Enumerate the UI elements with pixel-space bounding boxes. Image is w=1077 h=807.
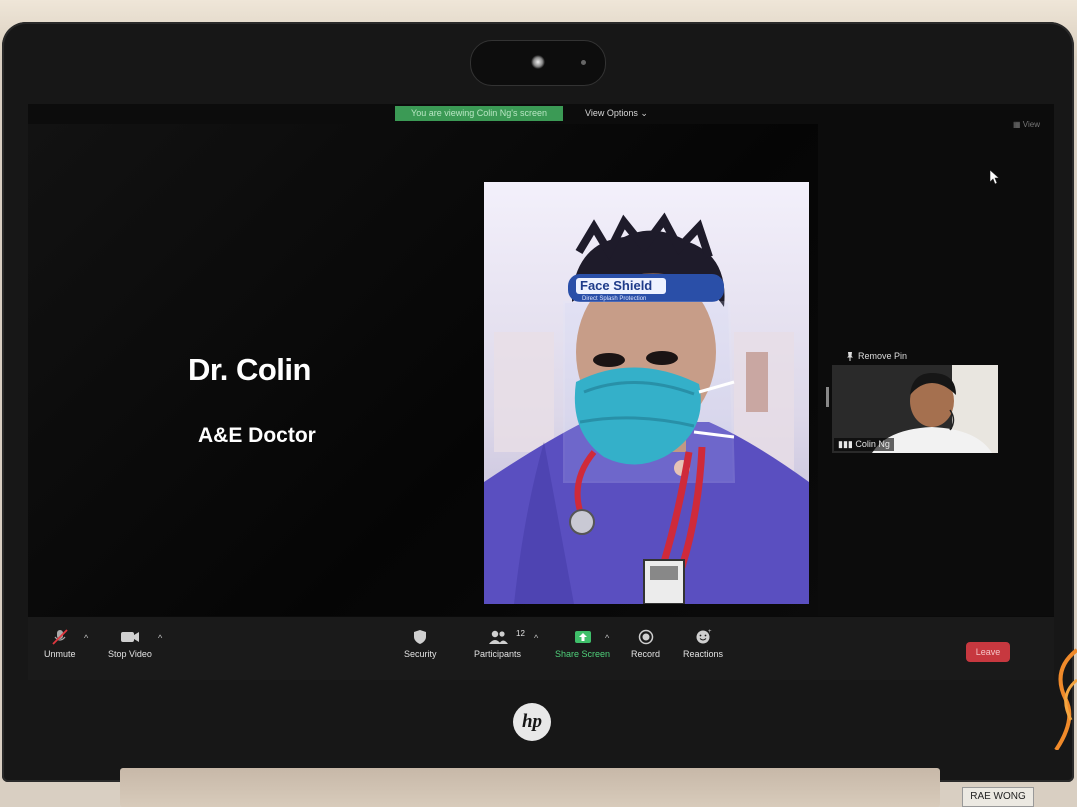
slide-title: Dr. Colin [188, 352, 311, 387]
reactions-label: Reactions [683, 649, 724, 659]
participants-button[interactable]: 12 Participants [474, 629, 525, 659]
smiley-icon: + [696, 629, 712, 644]
mouse-cursor-icon [990, 170, 1000, 184]
participant-name-label: ▮▮▮ Colin Ng [834, 438, 894, 451]
muted-microphone-icon [52, 629, 68, 645]
security-label: Security [404, 649, 437, 659]
stop-video-label: Stop Video [108, 649, 152, 659]
pin-icon [847, 352, 853, 361]
share-options-chevron-icon[interactable]: ^ [605, 633, 609, 643]
grid-view-icon: ▦ [1013, 120, 1023, 129]
view-button[interactable]: ▦ View [1013, 120, 1040, 129]
doctor-video-image: Face Shield Direct Splash Protection [484, 182, 809, 604]
owner-name-tag: RAE WONG [962, 787, 1034, 807]
webcam-lens [531, 55, 545, 69]
remove-pin-button[interactable]: Remove Pin [858, 351, 907, 361]
record-button[interactable]: Record [631, 629, 660, 659]
participants-label: Participants [474, 649, 522, 659]
participants-icon [488, 630, 508, 644]
participants-chevron-icon[interactable]: ^ [534, 633, 538, 643]
video-options-chevron-icon[interactable]: ^ [158, 633, 162, 643]
participants-icon-group: 12 [474, 629, 525, 645]
svg-text:+: + [708, 629, 712, 635]
shared-video-frame: Face Shield Direct Splash Protection [484, 182, 809, 604]
view-options-menu[interactable]: View Options ⌄ [585, 108, 648, 119]
face-shield-label: Face Shield [580, 278, 652, 293]
slide-subtitle: A&E Doctor [198, 424, 316, 447]
audio-options-chevron-icon[interactable]: ^ [84, 633, 88, 643]
participants-count: 12 [516, 629, 525, 638]
webcam [470, 40, 606, 86]
participant-name: Colin Ng [855, 439, 890, 449]
zoom-meeting-window: You are viewing Colin Ng's screen View O… [28, 104, 1054, 680]
pinned-participant-thumbnail[interactable]: Remove Pin ▮▮▮ Colin Ng [828, 349, 998, 453]
hp-logo: hp [513, 703, 551, 741]
orange-cables [1054, 648, 1077, 750]
reactions-button[interactable]: + Reactions [683, 629, 723, 659]
leave-meeting-button[interactable]: Leave [966, 642, 1010, 662]
unmute-label: Unmute [44, 649, 76, 659]
security-button[interactable]: Security [404, 629, 437, 659]
viewing-screen-banner: You are viewing Colin Ng's screen [395, 106, 563, 121]
meeting-top-bar: You are viewing Colin Ng's screen View O… [28, 104, 1054, 129]
security-shield-icon [414, 630, 427, 644]
record-icon [638, 629, 653, 645]
share-screen-icon [574, 631, 591, 643]
record-label: Record [631, 649, 661, 659]
share-screen-label: Share Screen [555, 649, 611, 659]
meeting-controls-toolbar: Unmute ^ Stop Video ^ Security 12 Partic… [28, 616, 1054, 680]
unmute-button[interactable]: Unmute [44, 629, 76, 659]
view-button-label: View [1022, 120, 1040, 129]
participant-video: ▮▮▮ Colin Ng [832, 365, 998, 453]
signal-strength-icon: ▮▮▮ [838, 439, 856, 449]
stop-video-button[interactable]: Stop Video [108, 629, 152, 659]
laptop-base [120, 768, 940, 807]
video-camera-icon [120, 632, 139, 642]
webcam-indicator [581, 60, 586, 65]
share-screen-button[interactable]: Share Screen [555, 629, 610, 659]
